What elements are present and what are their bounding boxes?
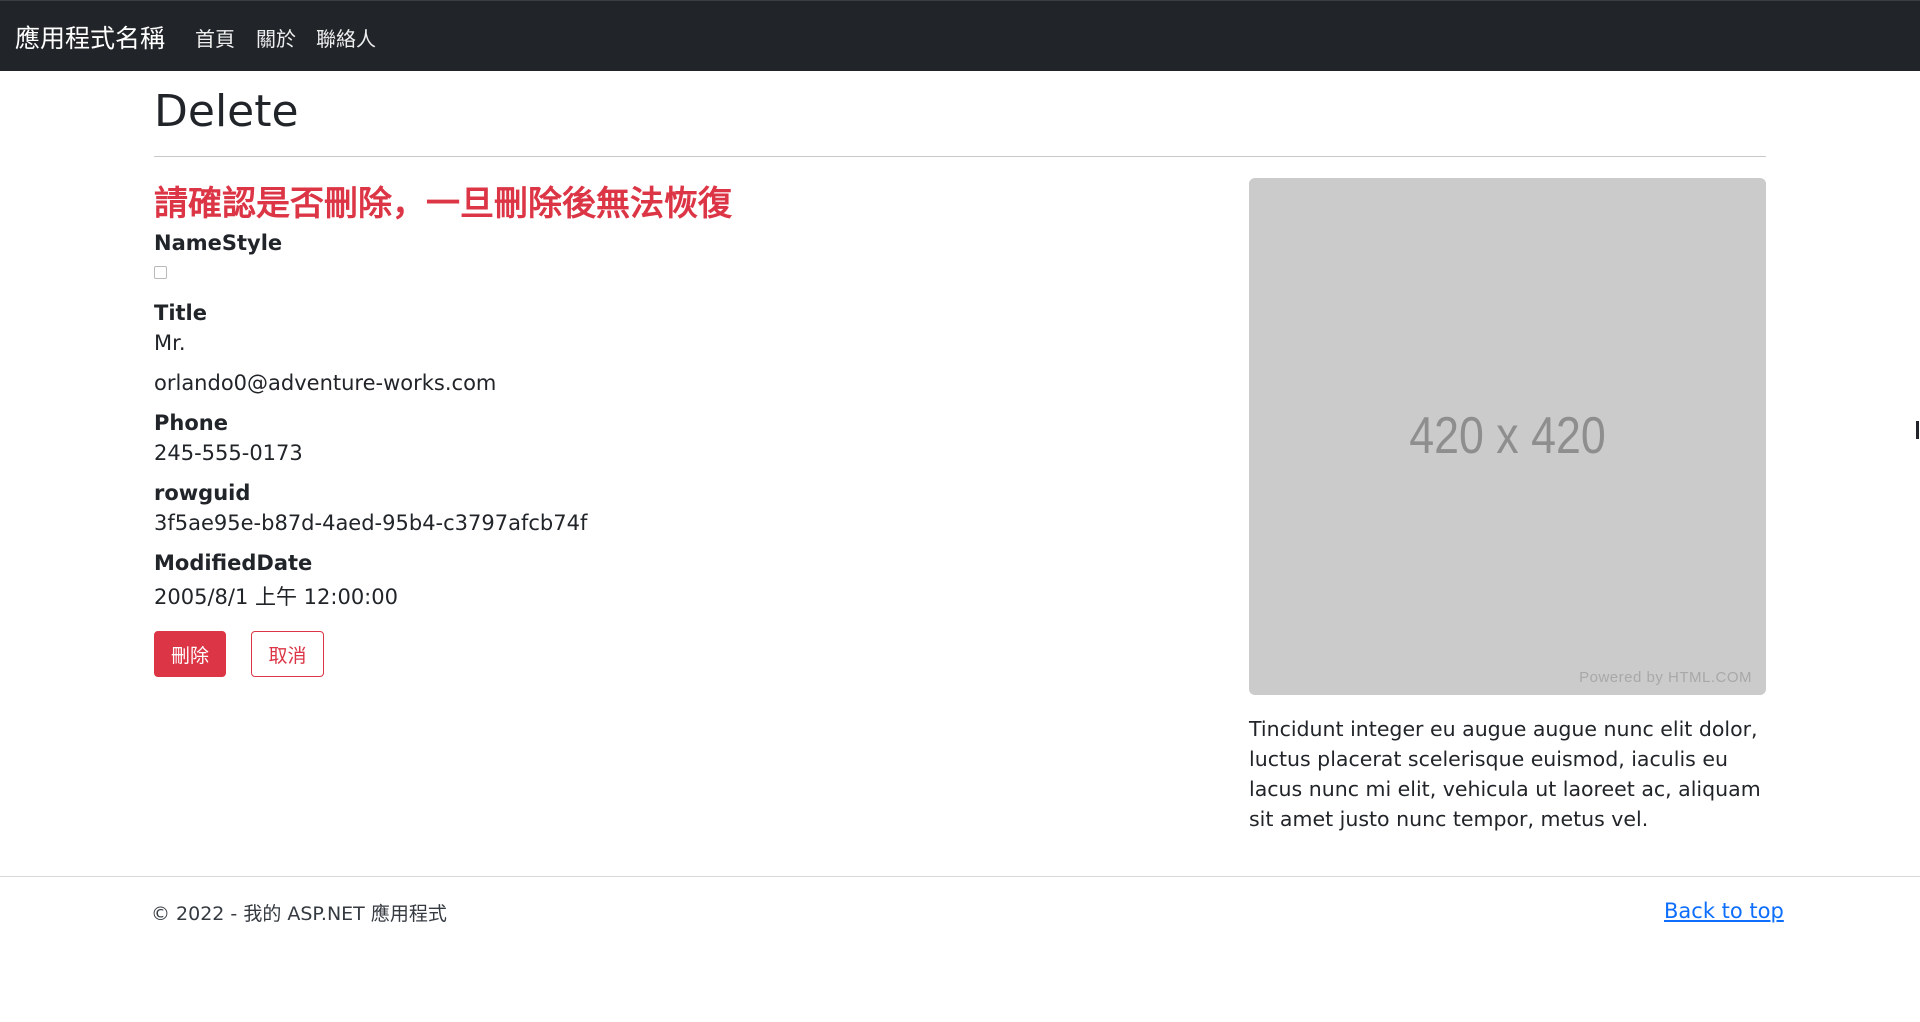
top-navbar: 應用程式名稱 首頁 關於 聯絡人 bbox=[0, 0, 1920, 71]
title-divider bbox=[154, 156, 1766, 157]
cancel-button[interactable]: 取消 bbox=[251, 631, 324, 677]
placeholder-size-text: 420 x 420 bbox=[1409, 407, 1606, 465]
nav-link-contact[interactable]: 聯絡人 bbox=[316, 23, 376, 52]
namestyle-checkbox bbox=[154, 266, 167, 279]
nav-link-home[interactable]: 首頁 bbox=[195, 23, 235, 52]
rowguid-label: rowguid bbox=[154, 481, 251, 505]
title-label: Title bbox=[154, 301, 208, 325]
phone-value: 245-555-0173 bbox=[154, 441, 303, 465]
delete-warning: 請確認是否刪除，一旦刪除後無法恢復 bbox=[154, 184, 732, 224]
delete-button[interactable]: 刪除 bbox=[154, 631, 226, 677]
email-value: orlando0@adventure-works.com bbox=[154, 371, 497, 395]
app-brand[interactable]: 應用程式名稱 bbox=[15, 19, 165, 55]
back-to-top-link[interactable]: Back to top bbox=[1664, 899, 1784, 923]
footer-divider bbox=[0, 876, 1920, 877]
sidebar-paragraph: Tincidunt integer eu augue augue nunc el… bbox=[1249, 717, 1761, 831]
text-cursor-icon bbox=[1916, 421, 1919, 439]
modified-date-value: 2005/8/1 上午 12:00:00 bbox=[154, 585, 398, 609]
placeholder-powered-text: Powered by HTML.COM bbox=[1579, 669, 1752, 686]
modified-date-label: ModifiedDate bbox=[154, 551, 313, 575]
page-title: Delete bbox=[154, 86, 299, 137]
phone-label: Phone bbox=[154, 411, 228, 435]
nav-link-about[interactable]: 關於 bbox=[256, 23, 296, 52]
placeholder-image: 420 x 420 Powered by HTML.COM bbox=[1249, 178, 1766, 695]
rowguid-value: 3f5ae95e-b87d-4aed-95b4-c3797afcb74f bbox=[154, 511, 588, 535]
title-value: Mr. bbox=[154, 331, 186, 355]
namestyle-label: NameStyle bbox=[154, 231, 283, 255]
footer-copyright: © 2022 - 我的 ASP.NET 應用程式 bbox=[151, 903, 447, 925]
